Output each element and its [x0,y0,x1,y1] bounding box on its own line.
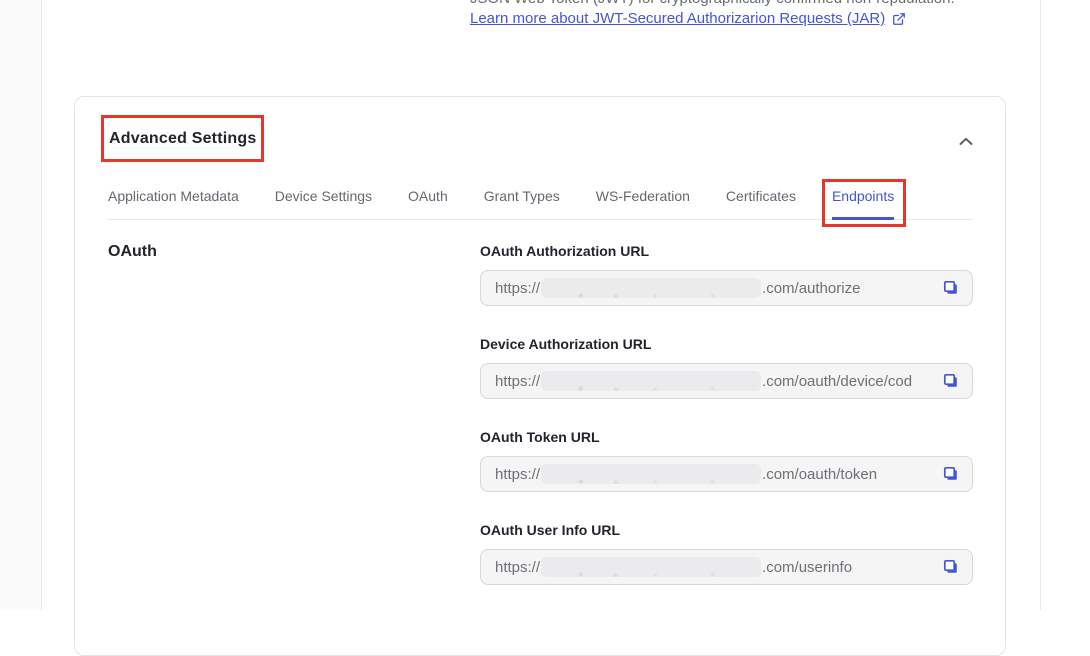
tab-application-metadata[interactable]: Application Metadata [108,188,239,219]
annotation-box-advanced-settings: Advanced Settings [101,115,264,162]
jwt-description-text: JSON Web Token (JWT) for cryptographical… [470,0,955,7]
url-suffix: .com/oauth/token [762,466,877,483]
endpoint-field-oauth-token-url: OAuth Token URL https:// .com/oauth/toke… [480,429,973,492]
right-divider [1040,0,1041,610]
jar-learn-more-label: Learn more about JWT-Secured Authorizari… [470,10,885,27]
redacted-url-segment [541,278,761,298]
tab-device-settings[interactable]: Device Settings [275,188,372,219]
copy-icon [942,564,960,579]
copy-icon [942,285,960,300]
url-input[interactable]: https:// .com/userinfo [480,549,973,585]
copy-button[interactable] [942,372,960,390]
url-prefix: https:// [495,373,540,390]
field-label: OAuth Authorization URL [480,243,973,259]
copy-button[interactable] [942,465,960,483]
advanced-settings-card: Advanced Settings Application Metadata De… [74,96,1006,656]
endpoint-field-oauth-authorization-url: OAuth Authorization URL https:// .com/au… [480,243,973,306]
url-suffix: .com/oauth/device/cod [762,373,912,390]
url-input[interactable]: https:// .com/oauth/token [480,456,973,492]
jar-learn-more-link[interactable]: Learn more about JWT-Secured Authorizari… [470,10,906,27]
url-input[interactable]: https:// .com/authorize [480,270,973,306]
endpoints-section: OAuth OAuth Authorization URL https:// .… [75,220,1005,615]
endpoint-field-device-authorization-url: Device Authorization URL https:// .com/o… [480,336,973,399]
endpoint-field-oauth-user-info-url: OAuth User Info URL https:// .com/userin… [480,522,973,585]
url-input[interactable]: https:// .com/oauth/device/cod [480,363,973,399]
external-link-icon [892,12,906,26]
copy-icon [942,378,960,393]
copy-icon [942,471,960,486]
copy-button[interactable] [942,558,960,576]
chevron-up-icon [959,134,973,149]
left-gutter [0,0,42,610]
url-prefix: https:// [495,559,540,576]
url-suffix: .com/userinfo [762,559,852,576]
tab-oauth[interactable]: OAuth [408,188,448,219]
field-label: Device Authorization URL [480,336,973,352]
tab-certificates[interactable]: Certificates [726,188,796,219]
copy-button[interactable] [942,279,960,297]
field-label: OAuth User Info URL [480,522,973,538]
collapse-section-button[interactable] [955,133,977,150]
tab-endpoints[interactable]: Endpoints [832,188,894,219]
redacted-url-segment [541,464,761,484]
tab-grant-types[interactable]: Grant Types [484,188,560,219]
field-label: OAuth Token URL [480,429,973,445]
oauth-section-heading: OAuth [108,243,480,261]
url-prefix: https:// [495,466,540,483]
card-title: Advanced Settings [109,130,256,148]
redacted-url-segment [541,557,761,577]
url-prefix: https:// [495,280,540,297]
url-suffix: .com/authorize [762,280,860,297]
redacted-url-segment [541,371,761,391]
annotation-box-endpoints-tab [822,179,906,227]
tab-ws-federation[interactable]: WS-Federation [596,188,690,219]
advanced-settings-tab-bar: Application Metadata Device Settings OAuth… [108,188,972,220]
